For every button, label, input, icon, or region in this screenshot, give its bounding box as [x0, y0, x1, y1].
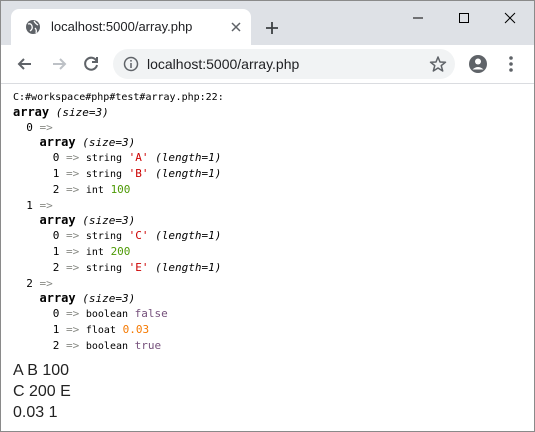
dump-file-path: C:#workspace#php#test#array.php:22: — [13, 92, 224, 103]
dump-value: 'A' — [128, 151, 149, 164]
dump-type: string — [85, 263, 122, 274]
dump-array-size: (size=3) — [82, 214, 136, 227]
star-icon[interactable] — [429, 55, 447, 73]
dump-key: 2 — [52, 183, 60, 196]
echo-output: A B 100 C 200 E 0.03 1 — [13, 360, 528, 423]
output-line: A B 100 — [13, 362, 70, 379]
forward-arrow-icon[interactable] — [49, 54, 69, 74]
dump-value: 200 — [110, 245, 131, 258]
dump-length: (length=1) — [155, 261, 222, 274]
page-content: C:#workspace#php#test#array.php:22: arra… — [13, 89, 528, 423]
address-bar[interactable]: localhost:5000/array.php — [113, 49, 455, 79]
dump-type: float — [85, 325, 116, 336]
dump-type: boolean — [85, 341, 129, 352]
dump-type: boolean — [85, 309, 129, 320]
tab-strip: localhost:5000/array.php — [1, 1, 534, 45]
dump-array-label: array — [39, 135, 76, 149]
dump-length: (length=1) — [155, 151, 222, 164]
maximize-icon — [459, 13, 469, 23]
dump-type: string — [85, 169, 122, 180]
plus-icon[interactable] — [264, 20, 280, 36]
minimize-icon — [413, 17, 423, 19]
dump-value: false — [134, 307, 168, 320]
dump-key: 0 — [52, 229, 60, 242]
dump-key: 2 — [52, 339, 60, 352]
dump-key: 1 — [52, 323, 60, 336]
profile-icon[interactable] — [468, 54, 488, 74]
dump-root-size: (size=3) — [55, 106, 109, 119]
dump-type: int — [85, 185, 104, 196]
dump-length: (length=1) — [155, 167, 222, 180]
dump-key: 2 — [26, 277, 33, 290]
dump-key: 0 — [52, 151, 60, 164]
dump-key: 0 — [52, 307, 60, 320]
maximize-button[interactable] — [441, 1, 487, 35]
back-arrow-icon[interactable] — [15, 54, 35, 74]
browser-toolbar: localhost:5000/array.php — [1, 45, 534, 84]
output-line: C 200 E — [13, 383, 71, 400]
info-icon[interactable] — [123, 56, 139, 72]
reload-icon[interactable] — [81, 54, 101, 74]
dump-value: 'C' — [128, 229, 149, 242]
dump-key: 0 — [26, 121, 33, 134]
dump-array-label: array — [39, 291, 76, 305]
globe-icon — [26, 20, 40, 34]
minimize-button[interactable] — [395, 1, 441, 35]
url-text[interactable]: localhost:5000/array.php — [147, 56, 299, 72]
browser-tab[interactable]: localhost:5000/array.php — [11, 9, 251, 45]
dump-value: 100 — [110, 183, 131, 196]
dump-type: int — [85, 247, 104, 258]
dump-value: 'B' — [128, 167, 149, 180]
dump-array-label: array — [39, 213, 76, 227]
dump-key: 2 — [52, 261, 60, 274]
dump-key: 1 — [52, 245, 60, 258]
dump-type: string — [85, 231, 122, 242]
dump-array-size: (size=3) — [82, 292, 136, 305]
browser-window: localhost:5000/array.php localhost:5000/… — [0, 0, 535, 432]
output-line: 0.03 1 — [13, 404, 58, 421]
dump-key: 1 — [26, 199, 33, 212]
dump-root-label: array — [13, 105, 50, 119]
dump-key: 1 — [52, 167, 60, 180]
menu-dots-icon[interactable] — [501, 54, 521, 74]
dump-length: (length=1) — [155, 229, 222, 242]
dump-value: 'E' — [128, 261, 149, 274]
var-dump-output: C:#workspace#php#test#array.php:22: arra… — [13, 92, 224, 352]
dump-type: string — [85, 153, 122, 164]
close-window-button[interactable] — [487, 1, 533, 35]
dump-value: 0.03 — [122, 323, 150, 336]
close-icon[interactable] — [229, 20, 243, 34]
dump-array-size: (size=3) — [82, 136, 136, 149]
close-window-icon — [504, 12, 516, 24]
tab-title: localhost:5000/array.php — [51, 19, 193, 34]
dump-value: true — [134, 339, 162, 352]
